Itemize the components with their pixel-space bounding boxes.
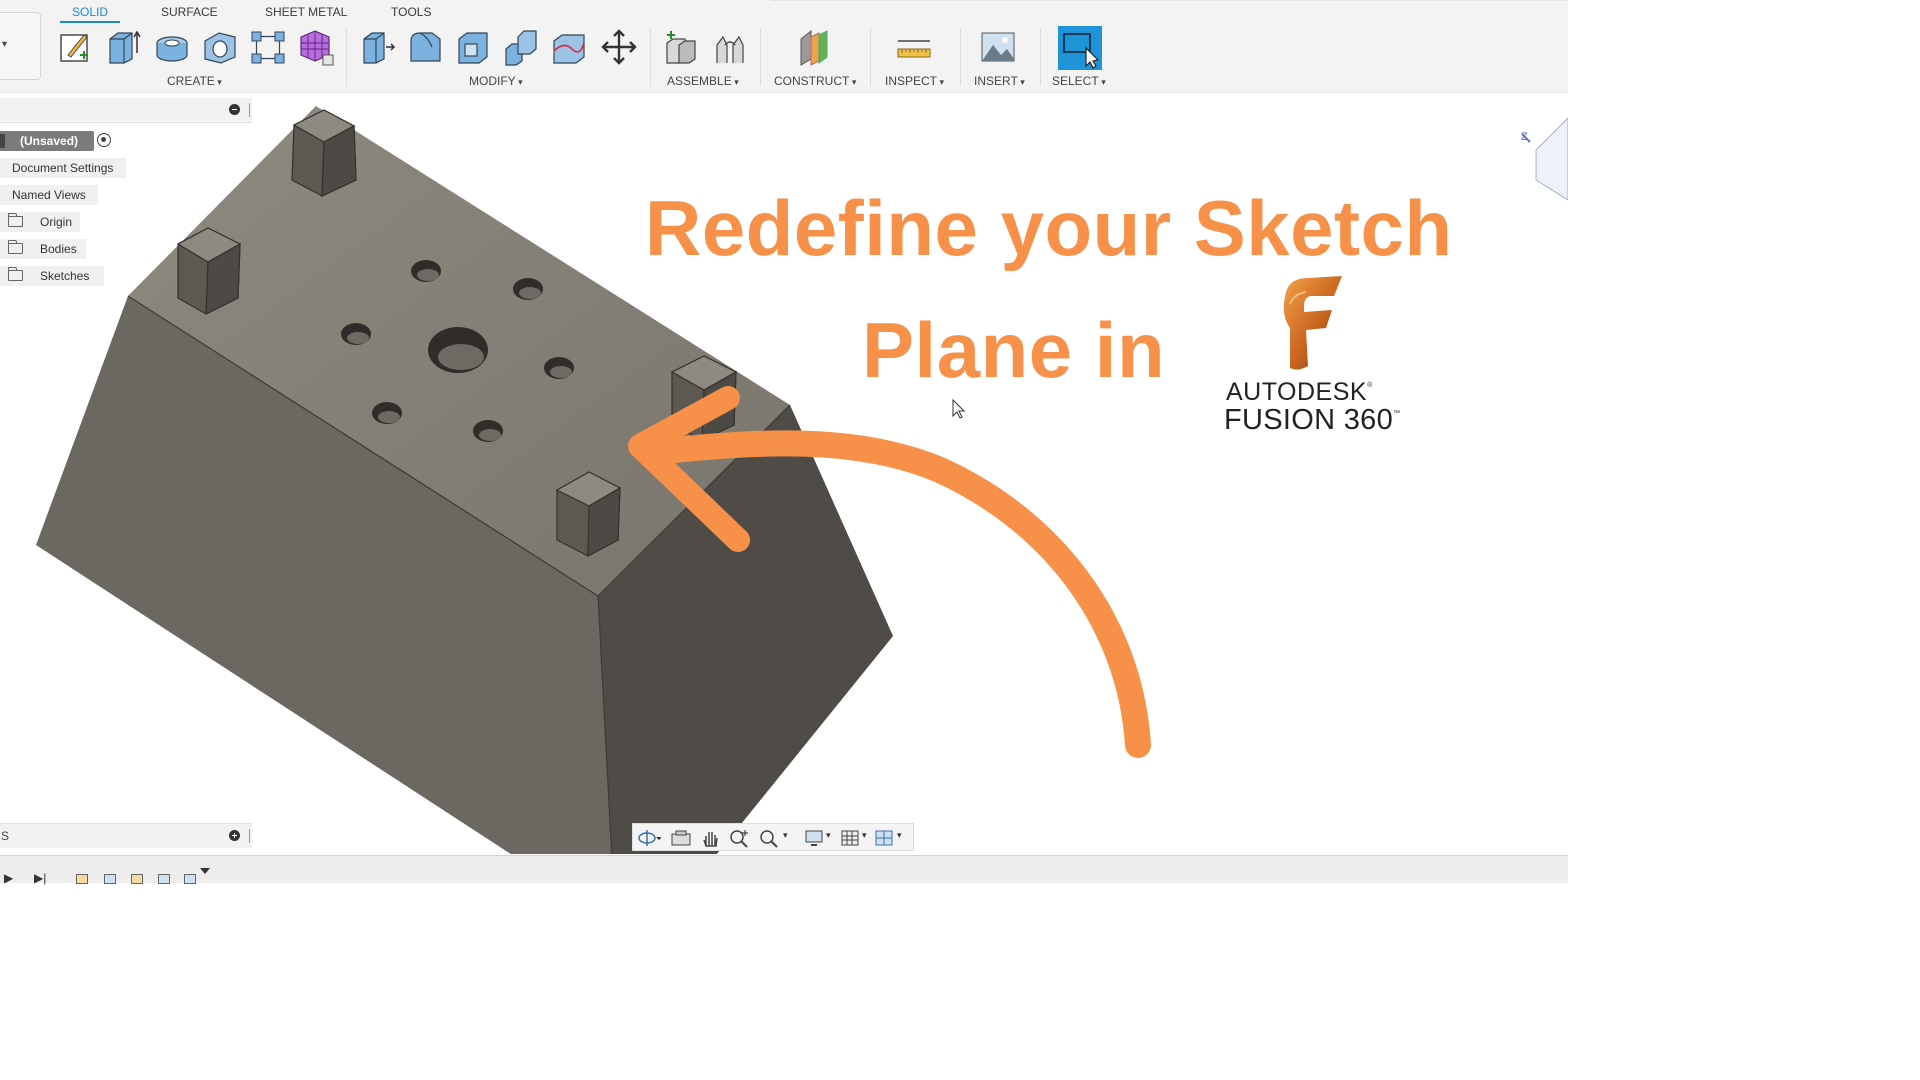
chevron-down-icon: ▾ [2,39,8,50]
timeline-extrude-icon[interactable] [104,874,116,884]
tab-surface[interactable]: SURFACE [161,5,218,19]
folder-icon [8,240,23,254]
expand-icon[interactable] [229,830,240,841]
title-line-1: Redefine your Sketch [645,184,1453,272]
hole-icon[interactable] [201,27,239,67]
svg-text:Z: Z [1521,131,1528,143]
pan-icon[interactable] [699,828,723,848]
browser-item-origin[interactable]: Origin [0,212,80,232]
display-settings-icon[interactable] [803,828,827,848]
insert-menu[interactable]: INSERT [974,74,1025,88]
create-menu[interactable]: CREATE [167,74,222,88]
replace-face-icon[interactable] [550,27,588,67]
collapse-icon[interactable] [229,104,240,115]
construct-menu[interactable]: CONSTRUCT [774,74,856,88]
combine-icon[interactable] [502,27,540,67]
chevron-down-icon[interactable]: ▾ [783,830,788,841]
folder-icon [8,213,23,227]
active-tab-indicator [60,21,120,23]
play-icon[interactable]: ▶ [4,871,13,885]
inspect-menu[interactable]: INSPECT [885,74,944,88]
orbit-icon[interactable] [637,828,661,848]
comments-label: S [1,829,10,843]
chevron-down-icon[interactable]: ▾ [826,830,831,841]
move-icon[interactable] [600,27,638,67]
component-icon [0,134,5,148]
revolve-icon[interactable] [153,27,191,67]
browser-item-named-views[interactable]: Named Views [0,185,98,205]
chevron-down-icon[interactable]: ▾ [897,830,902,841]
measure-icon[interactable] [895,27,933,67]
brand-line-2: FUSION 360™ [1224,404,1401,436]
comments-panel: S [0,823,252,848]
shell-icon[interactable] [454,27,492,67]
view-cube: Z [1521,117,1568,201]
timeline-sketch-icon[interactable] [131,874,143,884]
fit-icon[interactable] [757,828,781,848]
plane-icon[interactable] [795,27,833,67]
panel-grip[interactable] [249,829,250,843]
tab-sheet-metal[interactable]: SHEET METAL [265,5,347,19]
form-icon[interactable] [297,27,335,67]
timeline-extrude-icon[interactable] [158,874,170,884]
browser-item-sketches[interactable]: Sketches [0,266,104,286]
viewports-icon[interactable] [873,828,897,848]
workspace-switcher[interactable]: ▾ [0,12,41,80]
tab-solid[interactable]: SOLID [72,5,108,19]
fillet-icon[interactable] [406,27,444,67]
extrude-icon[interactable] [104,27,142,67]
panel-grip[interactable] [249,103,250,117]
timeline-extrude-icon[interactable] [184,874,196,884]
select-menu[interactable]: SELECT [1052,74,1106,88]
assemble-menu[interactable]: ASSEMBLE [667,74,739,88]
select-icon [1063,33,1100,69]
browser-root[interactable]: (Unsaved) [0,131,94,151]
new-component-icon[interactable] [661,27,699,67]
mouse-cursor-icon [952,398,966,419]
navigation-bar: ▾ ▾ ▾ ▾ [632,823,914,851]
select-button[interactable] [1058,26,1102,70]
timeline-sketch-icon[interactable] [76,874,88,884]
sketch-icon[interactable] [56,27,94,67]
brand-line-1: AUTODESK® [1226,378,1373,406]
press-pull-icon[interactable] [358,27,396,67]
timeline-marker-icon[interactable] [200,868,210,874]
grid-icon[interactable] [839,828,863,848]
activate-target-icon[interactable] [97,133,111,147]
chevron-down-icon[interactable]: ▾ [862,830,867,841]
toolbar: ▾ SOLID SURFACE SHEET METAL TOOLS CREATE… [0,0,1568,93]
joint-icon[interactable] [711,27,749,67]
timeline: ▶ ▶| [0,855,1568,885]
fusion-logo-icon [1283,276,1342,370]
look-at-icon[interactable] [669,828,693,848]
modify-menu[interactable]: MODIFY [469,74,523,88]
title-line-2: Plane in [862,306,1166,394]
pattern-icon[interactable] [249,27,287,67]
browser-header [0,98,252,123]
browser-item-document-settings[interactable]: Document Settings [0,158,126,178]
browser-item-bodies[interactable]: Bodies [0,239,86,259]
skip-end-icon[interactable]: ▶| [34,871,46,885]
tab-tools[interactable]: TOOLS [391,5,431,19]
folder-icon [8,267,23,281]
zoom-icon[interactable] [727,828,751,848]
insert-image-icon[interactable] [979,27,1017,67]
